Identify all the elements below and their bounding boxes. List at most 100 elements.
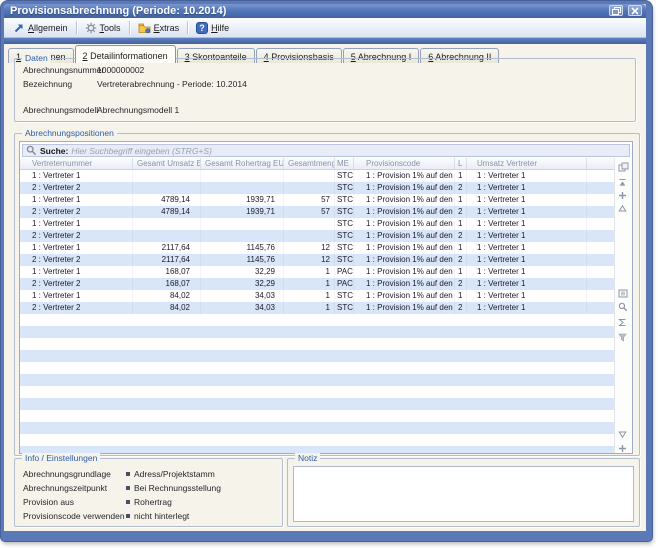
grid-header: VertreternummerGesamt Umsatz EURGesamt R… (20, 158, 615, 170)
column-header-gesamt-umsatz-eur[interactable]: Gesamt Umsatz EUR (133, 158, 201, 169)
cell-gesamt_umsatz: 2117,64 (133, 242, 201, 254)
cell-empty (587, 218, 613, 230)
cell-gesamtmenge: 12 (284, 242, 335, 254)
column-header-empty[interactable] (587, 158, 613, 169)
field-value-abrechnungsmodell: Abrechnungsmodell 1 (97, 105, 179, 115)
table-row[interactable]: 2 : Vertreter 2168,0732,291PACK1 : Provi… (20, 278, 615, 290)
cell-l: 1 (455, 290, 467, 302)
table-row[interactable]: 1 : Vertreter 12117,641145,7612STCK1 : P… (20, 242, 615, 254)
cell-provisionscode: 1 : Provision 1% auf den Ve (354, 194, 455, 206)
cell-provisionscode: 1 : Provision 1% auf den Ve (354, 230, 455, 242)
toolbar-separator (76, 21, 77, 34)
table-row[interactable]: 2 : Vertreter 284,0234,031STCK1 : Provis… (20, 302, 615, 314)
search-input[interactable] (71, 145, 626, 156)
restore-button[interactable] (609, 5, 623, 16)
column-header-vertreternummer[interactable]: Vertreternummer (22, 158, 133, 169)
cell-empty (587, 194, 613, 206)
cell-vertreternummer: 2 : Vertreter 2 (22, 254, 133, 266)
toolbar-separator (129, 21, 130, 34)
table-row[interactable]: 1 : Vertreter 1STCK1 : Provision 1% auf … (20, 170, 615, 182)
bullet-icon (126, 500, 130, 504)
cell-me: PACK (335, 266, 354, 278)
app-window: Provisionsabrechnung (Periode: 10.2014) … (1, 1, 652, 541)
toolbar-separator (187, 21, 188, 34)
table-row[interactable]: 1 : Vertreter 1168,0732,291PACK1 : Provi… (20, 266, 615, 278)
cell-vertreternummer: 2 : Vertreter 2 (22, 302, 133, 314)
scroll-bottom-icon[interactable] (618, 453, 627, 454)
field-label-abrechnungsmodell: Abrechnungsmodell (23, 105, 98, 115)
table-row[interactable]: 2 : Vertreter 24789,141939,7157STCK1 : P… (20, 206, 615, 218)
cell-l: 2 (455, 206, 467, 218)
toolbar-item-tools[interactable]: Tools (80, 20, 126, 36)
table-row[interactable]: 1 : Vertreter 1STCK1 : Provision 1% auf … (20, 218, 615, 230)
grid-body: 1 : Vertreter 1STCK1 : Provision 1% auf … (20, 170, 615, 453)
daten-group-title: Daten (22, 53, 51, 63)
field-value-abrechnungsnummer: 1000000002 (97, 65, 144, 75)
column-header-gesamtmenge[interactable]: Gesamtmenge (284, 158, 335, 169)
cell-me: STCK (335, 194, 354, 206)
arrow-ne-icon (13, 22, 25, 34)
cell-gesamt_rohertrag: 1145,76 (201, 242, 284, 254)
cell-vertreternummer: 1 : Vertreter 1 (22, 242, 133, 254)
column-header-provisionscode[interactable]: Provisionscode (354, 158, 455, 169)
tab-2-detailinformationen[interactable]: 2 Detailinformationen (75, 45, 176, 63)
toolbar-item-allgemein[interactable]: Allgemein (8, 20, 73, 36)
cell-gesamt_umsatz: 168,07 (133, 278, 201, 290)
cell-gesamt_rohertrag: 32,29 (201, 278, 284, 290)
cell-provisionscode: 1 : Provision 1% auf den Ve (354, 182, 455, 194)
cell-umsatz_vertreter: 1 : Vertreter 1 (467, 170, 587, 182)
cell-provisionscode: 1 : Provision 1% auf den Ve (354, 242, 455, 254)
info-value-abrechnungszeitpunkt: Bei Rechnungsstellung (134, 483, 221, 493)
abrechnungspositionen-group: Abrechnungspositionen Suche: Vertreternu… (14, 133, 640, 456)
column-header-l[interactable]: L (455, 158, 467, 169)
cell-gesamtmenge (284, 182, 335, 194)
magnifier-icon (26, 145, 37, 156)
empty-row (20, 338, 615, 350)
grid-side-toolbar (614, 158, 632, 453)
close-icon (631, 7, 639, 15)
info-einstellungen-group: Info / Einstellungen Abrechnungsgrundlag… (14, 458, 283, 527)
scroll-down-icon[interactable] (618, 440, 627, 454)
field-value-bezeichnung: Vertreterabrechnung - Periode: 10.2014 (97, 79, 247, 89)
cell-gesamt_rohertrag (201, 218, 284, 230)
cell-gesamtmenge: 1 (284, 278, 335, 290)
column-header-umsatz-vertreter[interactable]: Umsatz Vertreter (467, 158, 587, 169)
cell-gesamt_umsatz: 4789,14 (133, 206, 201, 218)
column-header-me[interactable]: ME (335, 158, 354, 169)
empty-row (20, 386, 615, 398)
cell-gesamt_umsatz: 168,07 (133, 266, 201, 278)
toolbar-item-hilfe[interactable]: ?Hilfe (191, 20, 234, 36)
table-row[interactable]: 2 : Vertreter 2STCK1 : Provision 1% auf … (20, 230, 615, 242)
page-up-icon[interactable] (618, 200, 627, 218)
cell-gesamtmenge: 57 (284, 206, 335, 218)
gear-icon (85, 22, 97, 34)
field-label-bezeichnung: Bezeichnung (23, 79, 72, 89)
cell-gesamt_umsatz: 84,02 (133, 302, 201, 314)
empty-row (20, 446, 615, 453)
titlebar[interactable]: Provisionsabrechnung (Periode: 10.2014) (4, 4, 646, 18)
cell-vertreternummer: 2 : Vertreter 2 (22, 278, 133, 290)
table-row[interactable]: 1 : Vertreter 14789,141939,7157STCK1 : P… (20, 194, 615, 206)
toolbar-item-extras[interactable]: Extras (133, 20, 185, 36)
table-row[interactable]: 2 : Vertreter 2STCK1 : Provision 1% auf … (20, 182, 615, 194)
cell-vertreternummer: 1 : Vertreter 1 (22, 218, 133, 230)
cell-gesamt_umsatz (133, 230, 201, 242)
positionen-group-title: Abrechnungspositionen (22, 128, 117, 138)
cell-umsatz_vertreter: 1 : Vertreter 1 (467, 242, 587, 254)
column-header-gesamt-rohertrag-eur[interactable]: Gesamt Rohertrag EUR (201, 158, 284, 169)
table-row[interactable]: 2 : Vertreter 22117,641145,7612STCK1 : P… (20, 254, 615, 266)
table-row[interactable]: 1 : Vertreter 184,0234,031STCK1 : Provis… (20, 290, 615, 302)
cell-empty (587, 170, 613, 182)
notiz-textarea[interactable] (293, 466, 634, 522)
cell-empty (587, 278, 613, 290)
cell-empty (587, 266, 613, 278)
cell-umsatz_vertreter: 1 : Vertreter 1 (467, 302, 587, 314)
filter-icon[interactable] (618, 329, 627, 347)
cell-umsatz_vertreter: 1 : Vertreter 1 (467, 182, 587, 194)
info-group-title: Info / Einstellungen (22, 453, 100, 463)
cell-gesamtmenge (284, 230, 335, 242)
close-button[interactable] (628, 5, 642, 16)
window-title: Provisionsabrechnung (Periode: 10.2014) (10, 5, 226, 18)
info-label-provision-aus: Provision aus (23, 497, 74, 507)
daten-group: Daten Abrechnungsnummer1000000002Bezeich… (14, 58, 636, 122)
